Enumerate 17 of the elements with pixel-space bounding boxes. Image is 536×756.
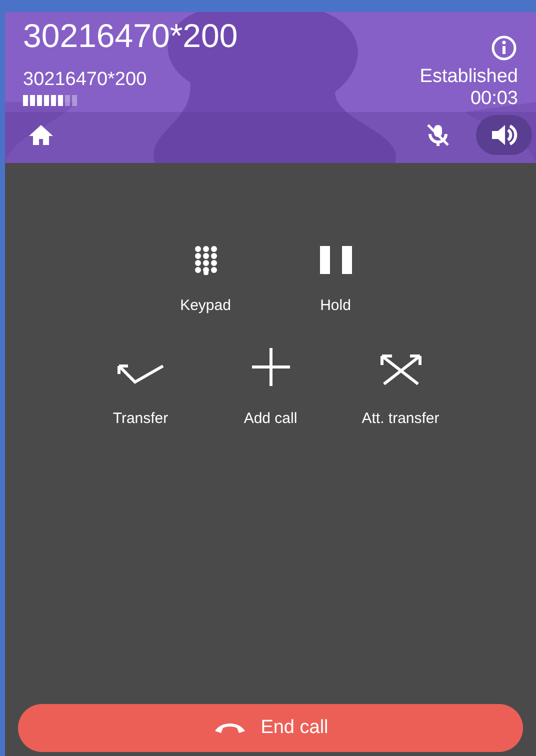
call-status: Established (420, 66, 518, 88)
pause-button[interactable]: Hold (270, 233, 400, 318)
pause-icon (318, 245, 354, 275)
keypad-button[interactable]: Keypad (140, 233, 270, 318)
caller-subtitle: 30216470*200 (23, 70, 148, 92)
plus-icon (250, 346, 292, 388)
crossed-arrows-button[interactable]: Att. transfer (336, 346, 466, 430)
home-icon (28, 124, 54, 146)
mute-icon (425, 123, 451, 147)
caller-number: 30216470*200 (23, 18, 238, 54)
call-duration: 00:03 (470, 88, 518, 110)
crossed-arrows-icon (378, 352, 424, 388)
check-arrow-button[interactable]: Transfer (76, 346, 206, 430)
hang-up-icon (212, 721, 247, 735)
info-icon[interactable] (490, 34, 518, 62)
plus-button[interactable]: Add call (206, 346, 336, 430)
speaker-icon (490, 123, 518, 147)
